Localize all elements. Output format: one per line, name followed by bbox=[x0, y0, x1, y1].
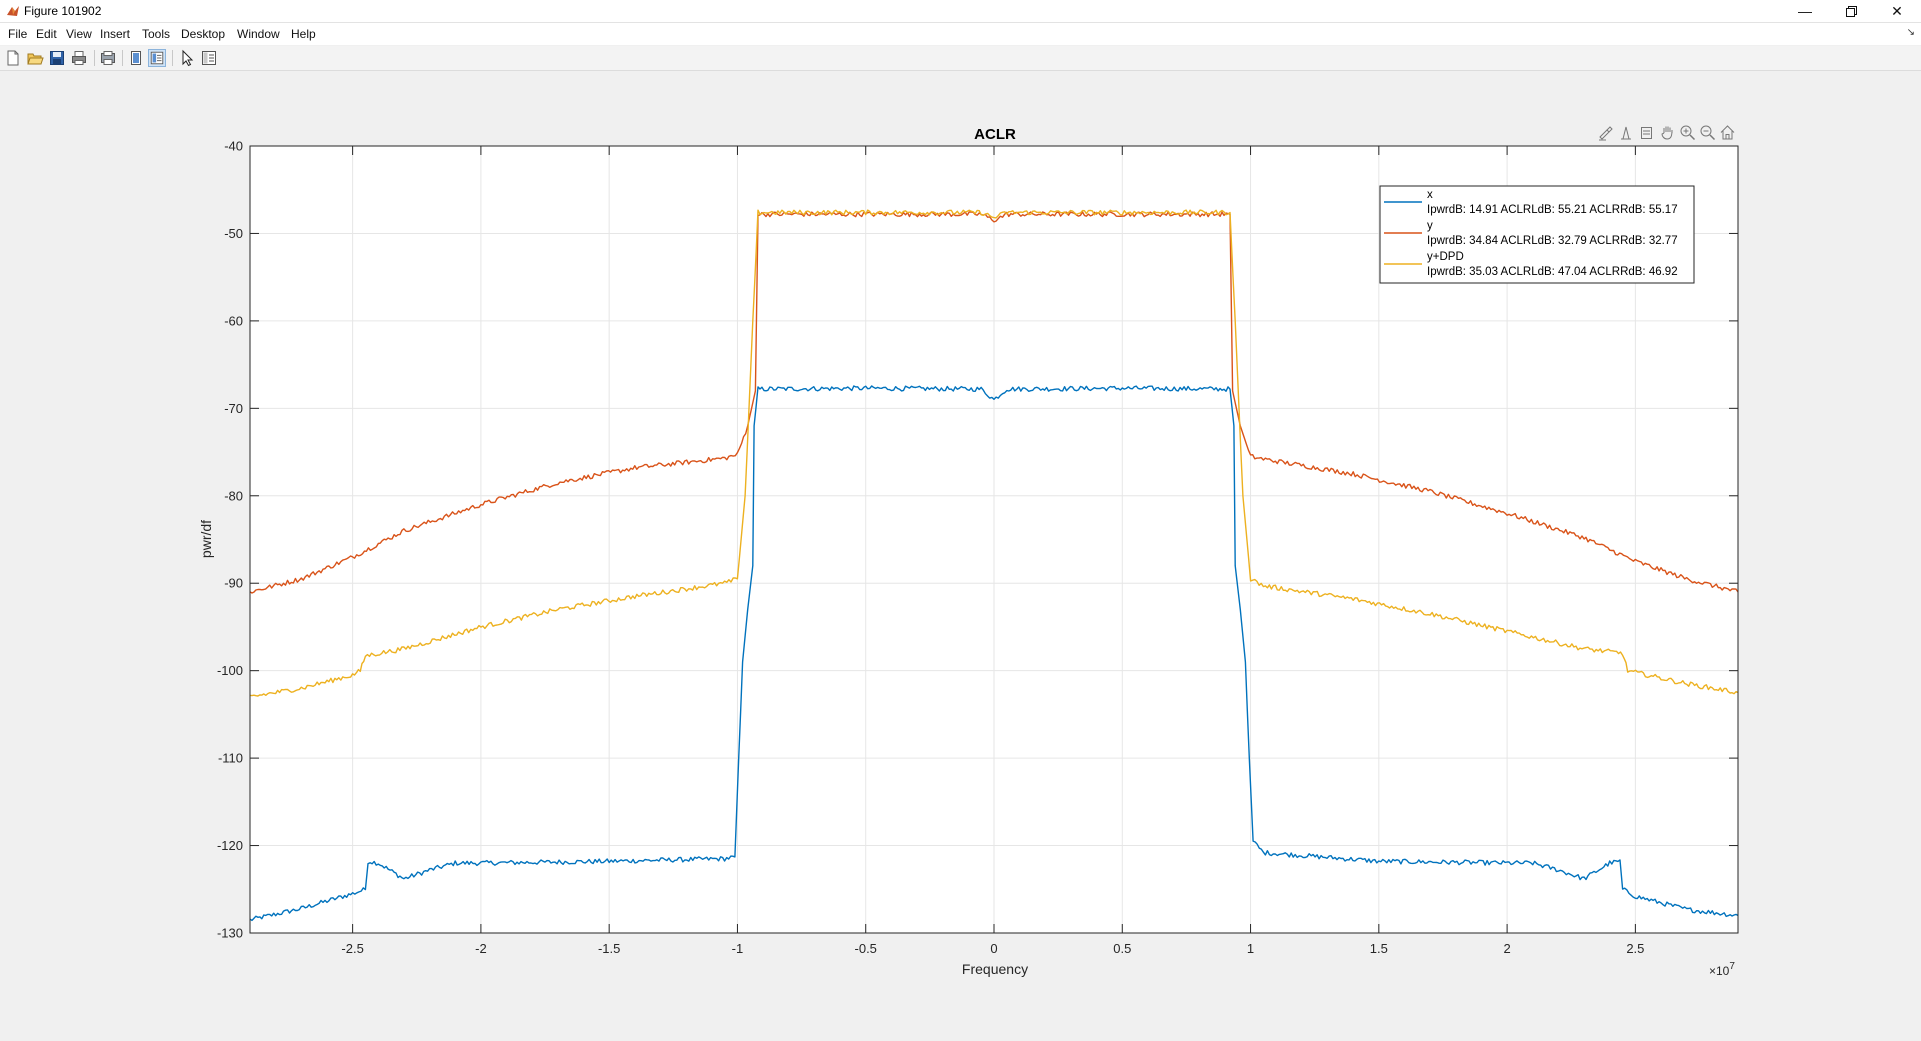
y-tick-label: -130 bbox=[217, 926, 243, 941]
x-tick-label: -0.5 bbox=[855, 941, 877, 956]
toolbar-separator bbox=[122, 50, 123, 66]
x-tick-label: 1 bbox=[1247, 941, 1254, 956]
legend-name-y: y bbox=[1427, 220, 1433, 232]
insert-legend-icon[interactable] bbox=[200, 49, 218, 67]
y-tick-label: -100 bbox=[217, 663, 243, 678]
minimize-icon: — bbox=[1798, 3, 1812, 19]
print-icon[interactable] bbox=[70, 49, 88, 67]
window-title: Figure 101902 bbox=[24, 4, 102, 18]
x-axis-exponent: ×107 bbox=[1709, 961, 1735, 978]
y-tick-label: -90 bbox=[224, 576, 243, 591]
zoom-in-icon[interactable] bbox=[1679, 124, 1696, 141]
legend-detail-y-dpd: IpwrdB: 35.03 ACLRLdB: 47.04 ACLRRdB: 46… bbox=[1427, 266, 1678, 278]
x-tick-label: -2 bbox=[475, 941, 487, 956]
minimize-button[interactable]: — bbox=[1782, 0, 1828, 22]
show-plot-tools-icon[interactable] bbox=[148, 49, 166, 67]
x-axis-label: Frequency bbox=[962, 961, 1028, 977]
new-figure-icon[interactable] bbox=[4, 49, 22, 67]
edit-plot-arrow-icon[interactable] bbox=[178, 49, 196, 67]
menu-edit[interactable]: Edit bbox=[36, 27, 57, 41]
menu-desktop[interactable]: Desktop bbox=[181, 27, 225, 41]
save-icon[interactable] bbox=[48, 49, 66, 67]
y-axis-label: pwr/df bbox=[198, 520, 214, 558]
menu-help[interactable]: Help bbox=[291, 27, 316, 41]
title-bar: Figure 101902 — ✕ bbox=[0, 0, 1921, 23]
x-tick-label: 2.5 bbox=[1626, 941, 1644, 956]
y-tick-label: -60 bbox=[224, 313, 243, 328]
y-tick-label: -50 bbox=[224, 226, 243, 241]
x-tick-label: 2 bbox=[1503, 941, 1510, 956]
restore-icon bbox=[1845, 5, 1857, 17]
close-icon: ✕ bbox=[1891, 2, 1903, 19]
brush-icon[interactable] bbox=[1597, 124, 1614, 141]
legend[interactable]: x IpwrdB: 14.91 ACLRLdB: 55.21 ACLRRdB: … bbox=[1379, 185, 1695, 284]
menu-view[interactable]: View bbox=[66, 27, 92, 41]
x-tick-label: -1.5 bbox=[598, 941, 620, 956]
x-tick-label: 0.5 bbox=[1113, 941, 1131, 956]
legend-name-y-dpd: y+DPD bbox=[1427, 251, 1464, 263]
menu-insert[interactable]: Insert bbox=[100, 27, 130, 41]
toolbar-separator bbox=[172, 50, 173, 66]
y-tick-label: -120 bbox=[217, 838, 243, 853]
export-icon[interactable] bbox=[1638, 124, 1655, 141]
zoom-out-icon[interactable] bbox=[1699, 124, 1716, 141]
x-axis-exponent-power: 7 bbox=[1729, 961, 1735, 972]
matlab-logo-icon bbox=[7, 6, 19, 16]
figure-area: -2.5 -2 -1.5 -1 -0.5 0 0.5 1 1.5 2 2.5 -130 -120 -110… bbox=[0, 71, 1921, 1041]
data-cursor-icon[interactable] bbox=[1618, 124, 1635, 141]
figure-toolbar bbox=[0, 46, 1921, 71]
y-tick-label: -70 bbox=[224, 401, 243, 416]
chart-title: ACLR bbox=[974, 126, 1016, 143]
hide-plot-tools-icon[interactable] bbox=[127, 49, 145, 67]
pan-hand-icon[interactable] bbox=[1659, 124, 1676, 141]
menu-file[interactable]: File bbox=[8, 27, 27, 41]
legend-detail-y: IpwrdB: 34.84 ACLRLdB: 32.79 ACLRRdB: 32… bbox=[1427, 235, 1678, 247]
x-tick-label: 1.5 bbox=[1370, 941, 1388, 956]
y-tick-label: -80 bbox=[224, 488, 243, 503]
dock-arrow-icon[interactable]: ↘ bbox=[1907, 27, 1915, 38]
menu-bar: File Edit View Insert Tools Desktop Wind… bbox=[0, 23, 1921, 45]
print-preview-icon[interactable] bbox=[99, 49, 117, 67]
close-button[interactable]: ✕ bbox=[1874, 0, 1920, 22]
restore-button[interactable] bbox=[1828, 0, 1874, 22]
menu-window[interactable]: Window bbox=[237, 27, 280, 41]
x-tick-label: -2.5 bbox=[341, 941, 363, 956]
toolbar-separator bbox=[94, 50, 95, 66]
x-tick-label: -1 bbox=[732, 941, 744, 956]
legend-detail-x: IpwrdB: 14.91 ACLRLdB: 55.21 ACLRRdB: 55… bbox=[1427, 204, 1678, 216]
x-axis-exponent-base: ×10 bbox=[1709, 964, 1730, 978]
chart-svg[interactable]: -2.5 -2 -1.5 -1 -0.5 0 0.5 1 1.5 2 2.5 -130 -120 -110… bbox=[0, 71, 1921, 1041]
y-tick-label: -40 bbox=[224, 139, 243, 154]
legend-name-x: x bbox=[1427, 189, 1433, 201]
open-file-icon[interactable] bbox=[26, 49, 44, 67]
menu-tools[interactable]: Tools bbox=[142, 27, 170, 41]
home-icon[interactable] bbox=[1719, 124, 1736, 141]
x-tick-label: 0 bbox=[990, 941, 997, 956]
y-tick-label: -110 bbox=[218, 751, 243, 766]
